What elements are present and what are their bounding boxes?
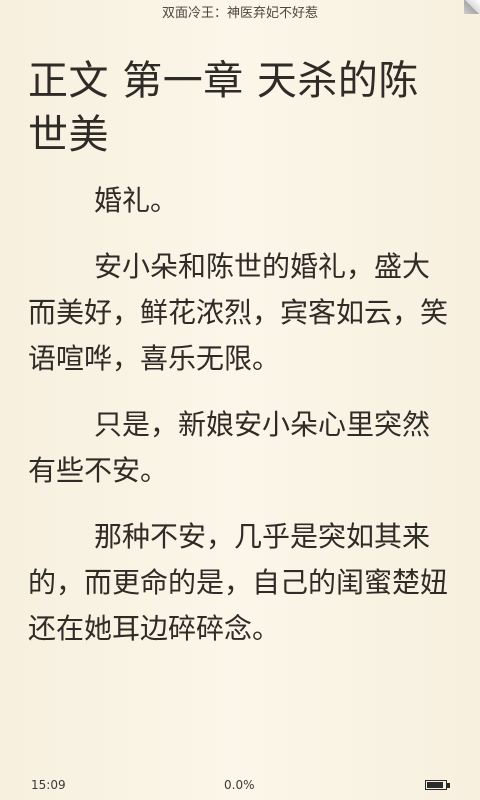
paragraph-4: 那种不安，几乎是突如其来的，而更命的是，自己的闺蜜楚妞还在她耳边碎碎念。 bbox=[28, 520, 449, 645]
chapter-title: 正文 第一章 天杀的陈世美 bbox=[28, 58, 419, 158]
paragraph-2: 安小朵和陈世的婚礼，盛大而美好，鲜花浓烈，宾客如云，笑语喧哗，喜乐无限。 bbox=[28, 250, 449, 375]
reader-status-bar: 15:09 0.0% bbox=[0, 770, 480, 800]
reader-page[interactable]: 双面冷王：神医弃妃不好惹 正文 第一章 天杀的陈世美 婚礼。 安小朵和陈世的婚礼… bbox=[0, 0, 480, 800]
book-title: 双面冷王：神医弃妃不好惹 bbox=[161, 6, 318, 21]
clock-time: 15:09 bbox=[31, 778, 66, 792]
battery-icon bbox=[425, 780, 450, 790]
paragraph-1: 婚礼。 bbox=[94, 184, 179, 217]
paragraph-3: 只是，新娘安小朵心里突然有些不安。 bbox=[28, 408, 431, 487]
reading-progress: 0.0% bbox=[224, 778, 255, 792]
chapter-content: 正文 第一章 天杀的陈世美 婚礼。 安小朵和陈世的婚礼，盛大而美好，鲜花浓烈，宾… bbox=[28, 54, 454, 672]
battery-level bbox=[427, 782, 444, 788]
page-curl-icon[interactable] bbox=[464, 0, 480, 14]
